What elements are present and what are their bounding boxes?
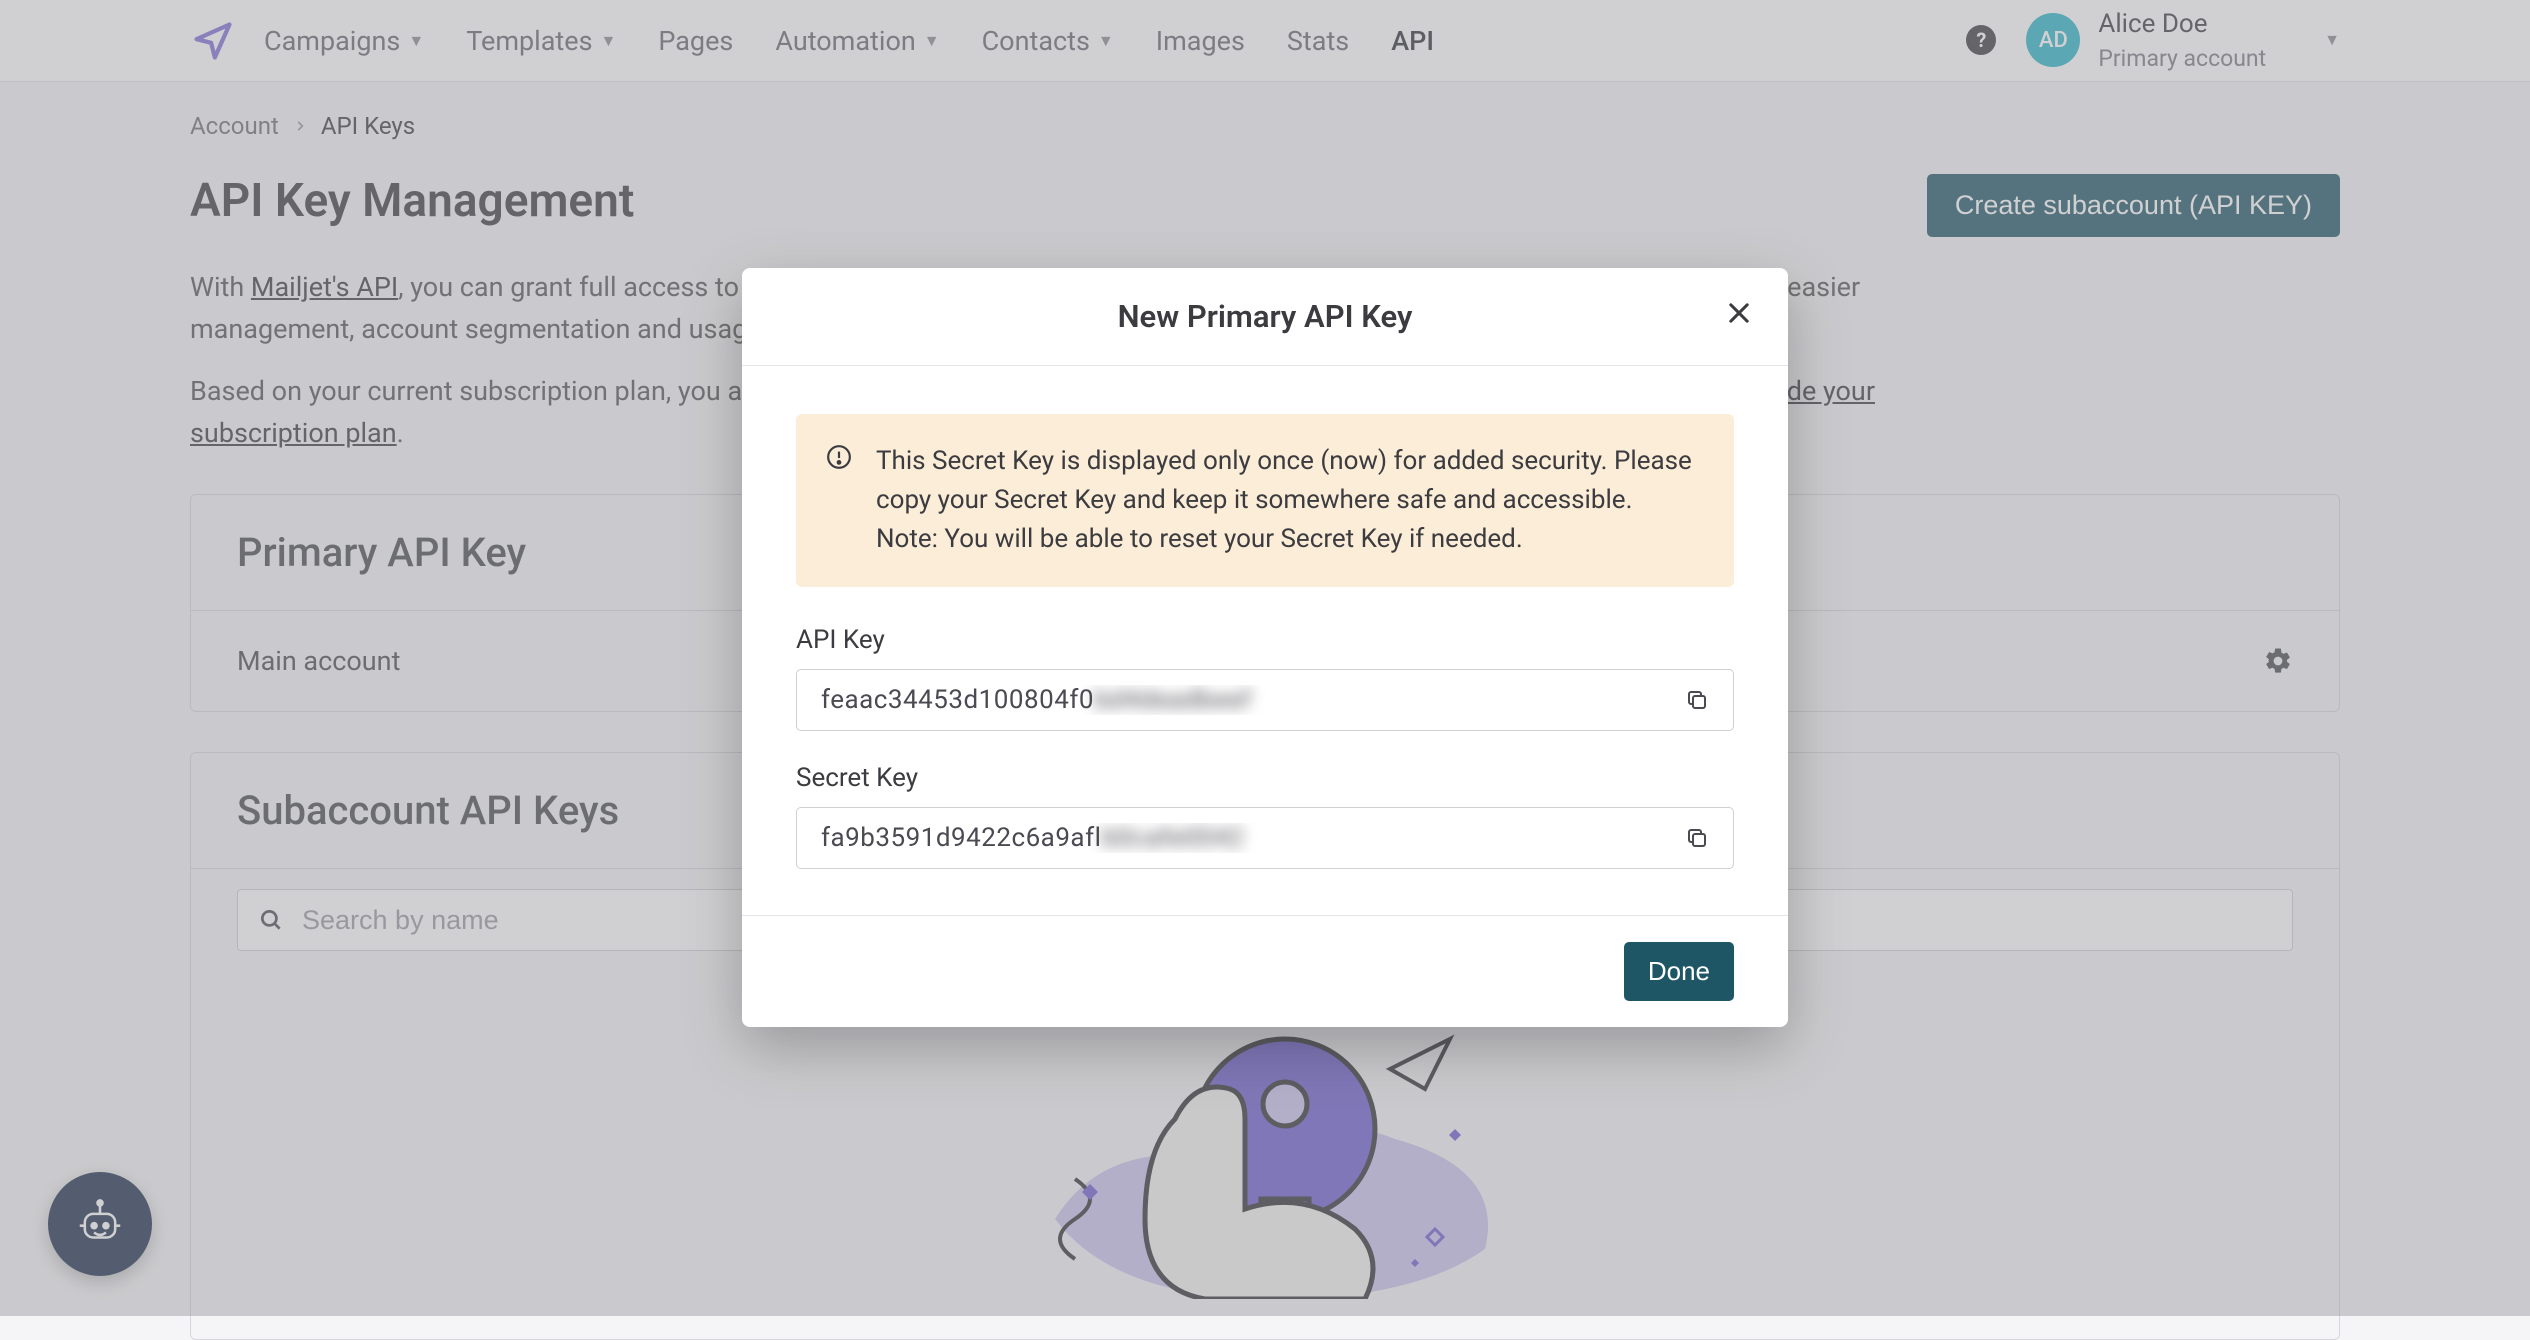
secret-key-value: fa9b3591d9422c6a9aflb0cafe0042 [821,823,1679,853]
copy-api-key-button[interactable] [1679,682,1715,718]
alert-icon [826,444,852,559]
modal-title: New Primary API Key [782,298,1748,335]
api-key-field: feaac34453d100804f0bd4deadbeef [796,669,1734,731]
new-api-key-modal: New Primary API Key This Secret Key is d… [742,268,1788,1027]
modal-header: New Primary API Key [742,268,1788,366]
modal-overlay: New Primary API Key This Secret Key is d… [0,0,2530,1316]
secret-key-label: Secret Key [796,763,1734,793]
modal-body: This Secret Key is displayed only once (… [742,366,1788,915]
copy-secret-key-button[interactable] [1679,820,1715,856]
api-key-label: API Key [796,625,1734,655]
modal-footer: Done [742,915,1788,1027]
close-icon[interactable] [1720,294,1758,332]
security-alert: This Secret Key is displayed only once (… [796,414,1734,587]
api-key-value: feaac34453d100804f0bd4deadbeef [821,685,1679,715]
done-button[interactable]: Done [1624,942,1734,1001]
alert-text: This Secret Key is displayed only once (… [876,442,1704,559]
secret-key-field: fa9b3591d9422c6a9aflb0cafe0042 [796,807,1734,869]
